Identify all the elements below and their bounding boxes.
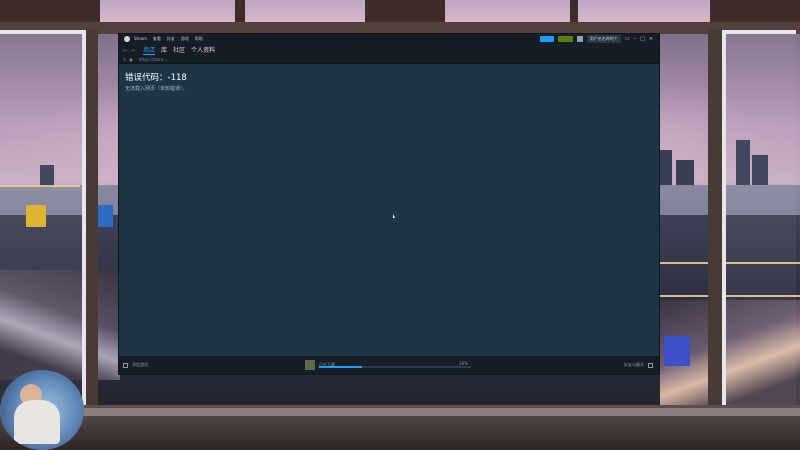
nav-store[interactable]: 商店: [143, 45, 156, 55]
plus-square-icon: [123, 362, 128, 368]
maximize-icon[interactable]: □: [640, 36, 645, 42]
road-sign: [664, 336, 690, 366]
add-game-label: 添加游戏: [132, 362, 148, 367]
download-progress-fill: [319, 366, 362, 368]
steam-window: Steam 查看 好友 游戏 帮助 用户名名称的个 ▭ – □ × ← → 商店…: [119, 34, 659, 374]
account-menu[interactable]: 用户名名称的个: [586, 35, 621, 43]
avatar[interactable]: [576, 36, 583, 42]
announcements-label: [540, 36, 554, 42]
store-button[interactable]: [557, 36, 573, 42]
add-game-button[interactable]: 添加游戏: [123, 362, 148, 368]
open-window-right: [722, 30, 796, 418]
download-percent: 28%: [459, 361, 468, 366]
footer-bar: 添加游戏 正在下载 28% 好友与聊天: [119, 356, 659, 374]
friends-chat-button[interactable]: 好友与聊天: [624, 362, 653, 368]
steam-logo-icon[interactable]: [124, 36, 130, 42]
webcam-overlay: [0, 370, 84, 450]
glass-pane: [578, 0, 710, 22]
lock-icon: ●: [129, 57, 133, 62]
nav-bar: ← → 商店 库 社区 个人资料: [119, 44, 659, 56]
download-game-thumbnail: [305, 360, 315, 370]
building: [676, 160, 694, 185]
download-progress-bar: [319, 366, 471, 368]
downloads-button[interactable]: 正在下载: [305, 360, 335, 370]
person-body: [14, 400, 60, 444]
close-icon[interactable]: ×: [649, 36, 653, 42]
minimize-icon[interactable]: –: [634, 36, 637, 42]
nav-profile[interactable]: 个人资料: [191, 45, 215, 55]
title-bar-right: 用户名名称的个 ▭ – □ ×: [539, 35, 653, 43]
menu-view[interactable]: 查看: [153, 36, 161, 42]
chat-icon: [648, 362, 653, 368]
window-sill: [0, 408, 800, 416]
window-post: [708, 30, 722, 410]
nav-library[interactable]: 库: [161, 45, 167, 55]
glass-pane: [245, 0, 365, 22]
url-text[interactable]: https://store...: [139, 57, 167, 62]
title-bar: Steam 查看 好友 游戏 帮助 用户名名称的个 ▭ – □ ×: [119, 34, 659, 44]
friends-chat-label: 好友与聊天: [624, 362, 644, 367]
glass-pane: [445, 0, 570, 22]
error-description: 无法载入网页（未知错误）。: [125, 86, 188, 92]
window-frame-rail: [0, 22, 800, 34]
forward-arrow-icon[interactable]: →: [130, 47, 135, 54]
window-post: [86, 30, 98, 410]
menu-steam[interactable]: Steam: [134, 36, 147, 42]
menu-help[interactable]: 帮助: [195, 36, 203, 42]
menu-friends[interactable]: 好友: [167, 36, 175, 42]
nav-community[interactable]: 社区: [173, 45, 185, 55]
store-label: [558, 36, 573, 42]
web-content: 错误代码：-118 无法载入网页（未知错误）。: [119, 64, 659, 356]
nav-links: 商店 库 社区 个人资料: [143, 45, 215, 55]
error-title: 错误代码：-118: [125, 73, 187, 83]
monitor-icon[interactable]: ▭: [625, 36, 630, 42]
menu-games[interactable]: 游戏: [181, 36, 189, 42]
mouse-cursor-icon: [393, 214, 395, 218]
reload-icon[interactable]: ↻: [123, 57, 126, 62]
building: [660, 150, 672, 185]
open-window-left: [0, 30, 86, 418]
announcements-button[interactable]: [539, 36, 554, 42]
url-bar: ↻ ● https://store...: [119, 56, 659, 64]
title-menu: Steam 查看 好友 游戏 帮助: [134, 36, 203, 42]
back-arrow-icon[interactable]: ←: [123, 47, 128, 54]
glass-pane: [100, 0, 235, 22]
